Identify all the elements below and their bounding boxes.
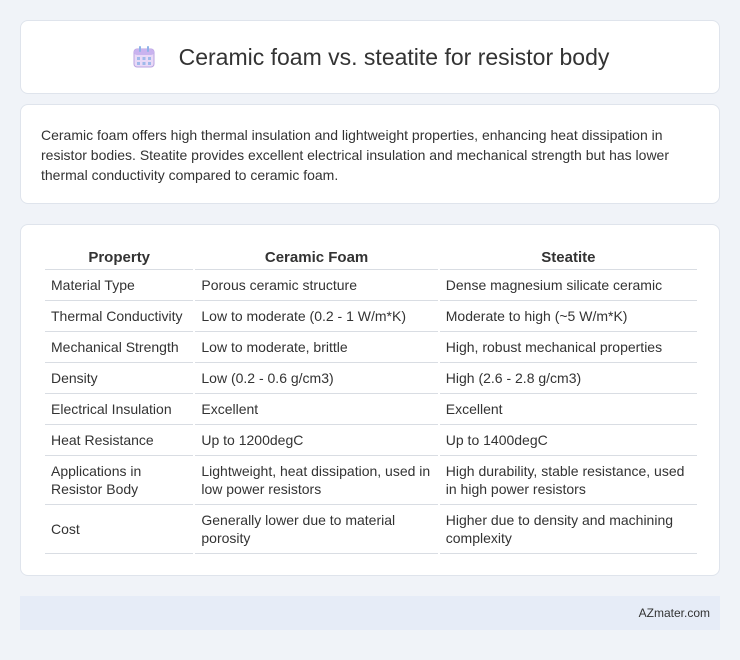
ceramic-foam-cell: Up to 1200degC [195,425,438,456]
calendar-icon [133,46,155,68]
table-row: Cost Generally lower due to material por… [45,505,697,554]
description-card: Ceramic foam offers high thermal insulat… [20,104,720,204]
steatite-cell: High, robust mechanical properties [439,332,697,363]
ceramic-foam-cell: Generally lower due to material porosity [195,505,438,554]
comparison-table: Property Ceramic Foam Steatite Material … [43,247,699,554]
ceramic-foam-cell: Excellent [195,394,438,425]
steatite-cell: High durability, stable resistance, used… [439,456,697,505]
steatite-cell: Dense magnesium silicate ceramic [439,270,697,301]
property-cell: Heat Resistance [45,425,194,456]
table-row: Material Type Porous ceramic structure D… [45,270,697,301]
table-row: Density Low (0.2 - 0.6 g/cm3) High (2.6 … [45,363,697,394]
ceramic-foam-cell: Low to moderate (0.2 - 1 W/m*K) [195,301,438,332]
ceramic-foam-cell: Low (0.2 - 0.6 g/cm3) [195,363,438,394]
column-header-steatite: Steatite [439,247,697,270]
footer-brand: AZmater.com [638,606,710,620]
description-text: Ceramic foam offers high thermal insulat… [41,127,670,183]
steatite-cell: Higher due to density and machining comp… [439,505,697,554]
table-header-row: Property Ceramic Foam Steatite [45,247,697,270]
title-card: Ceramic foam vs. steatite for resistor b… [20,20,720,94]
column-header-ceramic-foam: Ceramic Foam [195,247,438,270]
property-cell: Electrical Insulation [45,394,194,425]
table-row: Electrical Insulation Excellent Excellen… [45,394,697,425]
column-header-property: Property [45,247,194,270]
property-cell: Thermal Conductivity [45,301,194,332]
property-cell: Cost [45,505,194,554]
table-row: Mechanical Strength Low to moderate, bri… [45,332,697,363]
table-row: Thermal Conductivity Low to moderate (0.… [45,301,697,332]
steatite-cell: Up to 1400degC [439,425,697,456]
steatite-cell: High (2.6 - 2.8 g/cm3) [439,363,697,394]
property-cell: Applications in Resistor Body [45,456,194,505]
steatite-cell: Moderate to high (~5 W/m*K) [439,301,697,332]
property-cell: Density [45,363,194,394]
footer: AZmater.com [20,596,720,630]
page-title: Ceramic foam vs. steatite for resistor b… [178,43,610,70]
property-cell: Material Type [45,270,194,301]
table-row: Applications in Resistor Body Lightweigh… [45,456,697,505]
ceramic-foam-cell: Low to moderate, brittle [195,332,438,363]
table-row: Heat Resistance Up to 1200degC Up to 140… [45,425,697,456]
comparison-table-card: Property Ceramic Foam Steatite Material … [20,224,720,576]
ceramic-foam-cell: Porous ceramic structure [195,270,438,301]
ceramic-foam-cell: Lightweight, heat dissipation, used in l… [195,456,438,505]
steatite-cell: Excellent [439,394,697,425]
property-cell: Mechanical Strength [45,332,194,363]
